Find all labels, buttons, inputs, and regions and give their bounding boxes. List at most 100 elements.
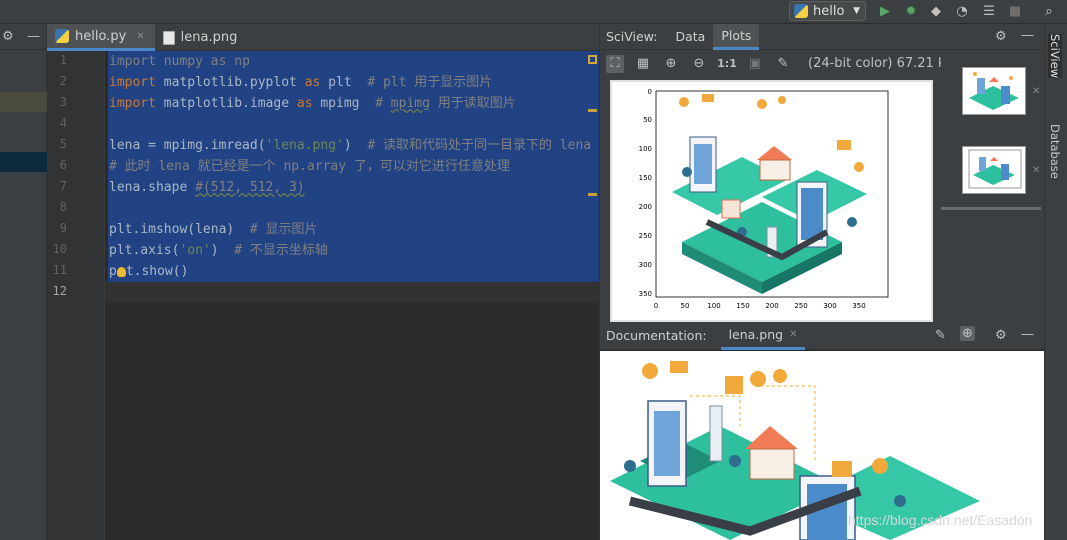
run-with-coverage-icon[interactable]: ◆ <box>927 2 945 20</box>
code-line-5[interactable]: lena = mpimg.imread('lena.png') # 读取和代码处… <box>109 135 591 156</box>
actual-size-button[interactable]: 1:1 <box>717 55 737 73</box>
keyword: import <box>109 75 156 90</box>
comment: # plt 用于显示图片 <box>367 75 493 90</box>
stop-icon[interactable]: ■ <box>1006 2 1024 20</box>
y-tick-label: 200 <box>639 203 652 211</box>
plot-image[interactable]: 0 50 100 150 200 250 300 350 0 50 100 15… <box>610 80 933 322</box>
x-tick-label: 250 <box>794 302 807 310</box>
database-tool-button[interactable]: Database <box>1048 124 1062 179</box>
background-icon[interactable]: ▣ <box>746 55 764 73</box>
database-tool-label: Database <box>1048 124 1062 179</box>
line-number: 11 <box>52 263 67 277</box>
search-icon[interactable]: ⌕ <box>1040 2 1058 20</box>
x-tick-label: 150 <box>736 302 749 310</box>
code-line-2[interactable]: import matplotlib.pyplot as plt # plt 用于… <box>109 72 492 93</box>
y-tick-label: 250 <box>639 232 652 240</box>
comment: # 不显示坐标轴 <box>234 243 328 258</box>
line-number: 3 <box>59 95 67 109</box>
sciview-panel: SciView: Data Plots ⚙ — ⛶ ▦ ⊕ ⊖ 1:1 ▣ ✎ … <box>599 23 1045 322</box>
identifier: mpimg <box>312 96 376 111</box>
identifier: numpy <box>155 54 211 69</box>
code-editor[interactable]: 1 2 3 4 5 6 7 8 9 10 11 12 import numpy … <box>47 51 599 540</box>
close-icon[interactable]: ✕ <box>136 31 144 42</box>
keyword: as <box>304 75 321 90</box>
code: plt.imshow(lena) <box>109 222 250 237</box>
y-tick-label: 0 <box>648 88 652 96</box>
gear-icon[interactable]: ⚙ <box>2 29 14 44</box>
chevron-down-icon: ▼ <box>853 6 860 16</box>
edit-icon[interactable]: ✎ <box>935 328 946 343</box>
line-number: 2 <box>59 74 67 88</box>
zoom-out-icon[interactable]: ⊖ <box>690 55 708 73</box>
run-configuration-selector[interactable]: hello ▼ <box>789 1 866 21</box>
tab-hello-py[interactable]: hello.py ✕ <box>47 24 155 51</box>
plot-thumbnail[interactable] <box>962 146 1026 194</box>
tab-label: lena.png <box>180 30 238 45</box>
identifier: matplotlib.pyplot <box>155 75 305 90</box>
tab-data[interactable]: Data <box>675 29 705 44</box>
ide-window: hello ▼ ▶ ✹ ◆ ◔ ☰ ■ ⌕ ⚙ — hello.py ✕ len… <box>0 0 1067 540</box>
concurrency-icon[interactable]: ☰ <box>980 2 998 20</box>
project-panel: ⚙ — <box>0 24 47 540</box>
grid-icon[interactable]: ▦ <box>634 55 652 73</box>
line-number-gutter: 1 2 3 4 5 6 7 8 9 10 11 12 <box>47 51 105 540</box>
project-panel-header: ⚙ — <box>0 24 46 50</box>
code-line-7[interactable]: lena.shape #(512, 512, 3) <box>109 177 305 198</box>
watermark: https://blog.csdn.net/Easadon <box>848 512 1033 528</box>
debug-icon[interactable]: ✹ <box>902 2 920 20</box>
project-tree-item[interactable] <box>0 92 47 112</box>
plot-thumbnails: ✕ ✕ <box>941 50 1045 322</box>
close-icon[interactable]: ✕ <box>1032 86 1040 97</box>
error-stripe-mark[interactable] <box>588 193 597 196</box>
y-tick-label: 350 <box>639 290 652 298</box>
documentation-panel: Documentation: lena.png ✕ ✎ ⊕ ⚙ — <box>599 322 1045 540</box>
fit-to-window-icon[interactable]: ⛶ <box>606 54 624 73</box>
show-source-icon[interactable]: ⊕ <box>960 326 975 341</box>
close-icon[interactable]: ✕ <box>789 329 797 340</box>
minimize-icon[interactable]: — <box>27 29 40 44</box>
code-line-11[interactable]: p t.show() <box>109 261 188 282</box>
error-stripe-mark[interactable] <box>588 109 597 112</box>
lightbulb-icon[interactable] <box>116 266 126 277</box>
keyword: as <box>296 96 313 111</box>
code: lena = mpimg.imread( <box>109 138 266 153</box>
line-number: 7 <box>59 179 67 193</box>
close-icon[interactable]: ✕ <box>1032 165 1040 176</box>
keyword: as <box>210 54 227 69</box>
code: ) <box>210 243 235 258</box>
comment: # 此时 lena 就已经是一个 np.array 了，可以对它进行任意处理 <box>109 159 510 174</box>
tab-plots[interactable]: Plots <box>713 23 760 50</box>
x-tick-label: 300 <box>823 302 836 310</box>
tab-documentation-lena-png[interactable]: lena.png ✕ <box>720 322 806 350</box>
tab-lena-png[interactable]: lena.png <box>155 24 248 51</box>
color-picker-icon[interactable]: ✎ <box>774 55 792 73</box>
sciview-tool-button[interactable]: SciView <box>1048 34 1062 79</box>
code-line-10[interactable]: plt.axis('on') # 不显示坐标轴 <box>109 240 328 261</box>
line-number: 1 <box>59 53 67 67</box>
plot-thumbnail[interactable] <box>962 67 1026 115</box>
code-line-3[interactable]: import matplotlib.image as mpimg # mpimg… <box>109 93 516 114</box>
zoom-in-icon[interactable]: ⊕ <box>662 55 680 73</box>
minimize-icon[interactable]: — <box>1021 327 1034 342</box>
inspection-status-icon[interactable] <box>588 55 597 64</box>
project-tree-item-selected[interactable] <box>0 152 47 172</box>
profile-icon[interactable]: ◔ <box>953 2 971 20</box>
identifier: np <box>226 54 250 69</box>
code-line-6[interactable]: # 此时 lena 就已经是一个 np.array 了，可以对它进行任意处理 <box>109 156 510 177</box>
run-icon[interactable]: ▶ <box>876 2 894 20</box>
gear-icon[interactable]: ⚙ <box>995 29 1007 44</box>
identifier: plt <box>320 75 368 90</box>
minimize-icon[interactable]: — <box>1021 28 1034 43</box>
comment: #(512, 512, 3) <box>195 180 305 195</box>
sciview-header: SciView: Data Plots <box>600 23 1044 50</box>
code-line-1[interactable]: import numpy as np <box>109 51 250 72</box>
sciview-title: SciView: <box>606 29 658 44</box>
gear-icon[interactable]: ⚙ <box>995 328 1007 343</box>
y-tick-label: 100 <box>639 145 652 153</box>
thumbnail-scrollbar[interactable] <box>941 207 1041 210</box>
comment: # <box>375 96 391 111</box>
python-icon <box>794 4 808 18</box>
comment: # 显示图片 <box>249 222 318 237</box>
code-line-9[interactable]: plt.imshow(lena) # 显示图片 <box>109 219 318 240</box>
line-number: 10 <box>52 242 67 256</box>
